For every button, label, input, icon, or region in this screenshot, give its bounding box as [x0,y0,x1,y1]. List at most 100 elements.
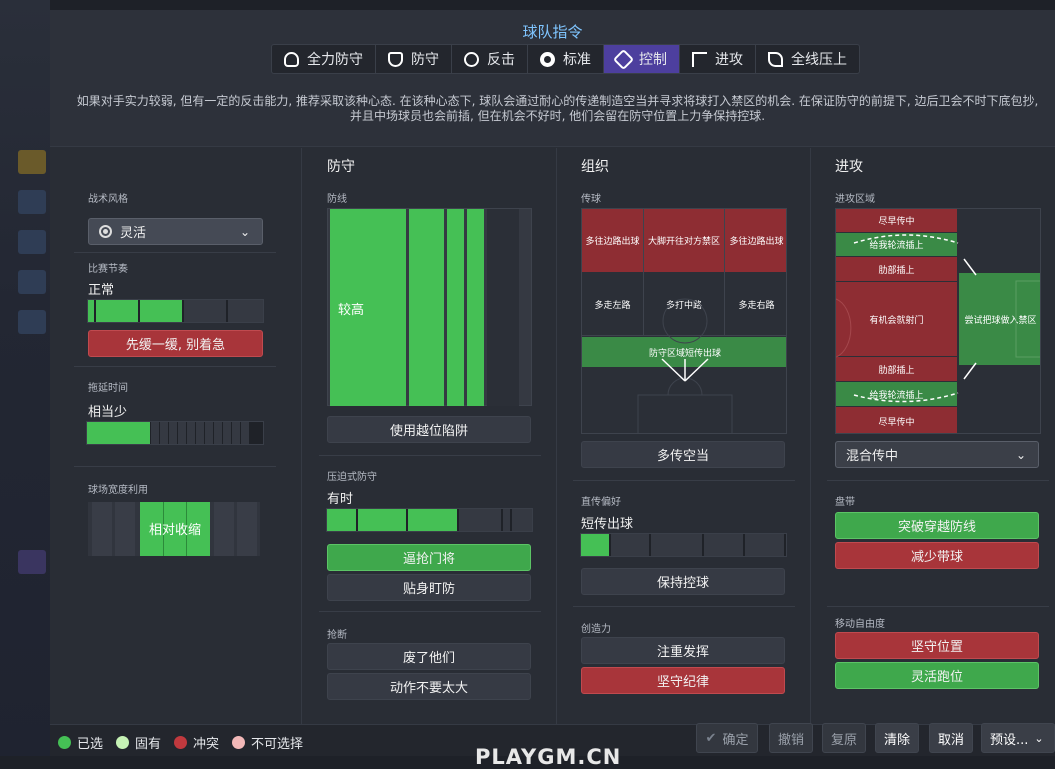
tab-label: 反击 [487,52,515,68]
get-stuck-in-button[interactable]: 废了他们 [327,643,531,670]
be-disciplined-button[interactable]: 坚守纪律 [581,667,785,694]
pass-cell[interactable]: 多走左路 [582,273,643,335]
bg-block [18,150,46,174]
tw-seg [151,422,159,444]
press-seg [358,509,407,531]
tw-seg [169,422,177,444]
tight-marking-button[interactable]: 贴身盯防 [327,574,531,601]
tw-seg [87,422,150,444]
legend-label: 固有 [135,737,162,752]
tab-very-attacking[interactable]: 全线压上 [756,45,859,73]
zone-cell[interactable]: 有机会就射门 [836,282,957,356]
presets-button[interactable]: 预设... ⌄ [981,723,1055,753]
line-seg [447,209,464,406]
tw-seg [241,422,249,444]
press-seg [408,509,458,531]
be-expressive-button[interactable]: 注重发挥 [581,637,785,664]
tab-defensive[interactable]: 防守 [376,45,452,73]
zone-cell-right[interactable]: 尝试把球做入禁区 [959,273,1040,365]
reset-button[interactable]: 复原 [822,723,866,753]
pass-cell[interactable]: 多往边路出球 [725,209,786,272]
press-seg [327,509,357,531]
attack-pitch: 尽早传中 给我轮流插上 肋部插上 有机会就射门 肋部插上 给我轮流插上 尽早传中… [835,208,1041,434]
mentality-description: 如果对手实力较弱, 但有一定的反击能力, 推荐采取该种心态. 在该种心态下, 球… [76,94,1039,123]
zone-cell[interactable]: 给我轮流插上 [836,233,957,256]
timewasting-label: 拖延时间 [88,383,128,394]
cancel-button[interactable]: 取消 [929,723,973,753]
tab-counter[interactable]: 反击 [452,45,528,73]
line-seg [409,209,444,406]
pass-cell-green[interactable]: 防守区域短传出球 [582,337,786,367]
width-value: 相对收缩 [148,523,201,538]
crossing-select[interactable]: 混合传中 ⌄ [835,441,1039,468]
confirm-button[interactable]: ✔ 确定 [696,723,758,753]
shield-icon [388,51,403,67]
style-label: 战术风格 [88,194,128,205]
chevron-down-icon: ⌄ [1015,448,1026,462]
tab-label: 控制 [639,52,667,68]
divider [319,611,541,612]
directness-bar[interactable] [580,533,787,557]
tab-balanced[interactable]: 标准 [528,45,604,73]
tempo-bar[interactable] [87,299,264,323]
zone-cell[interactable]: 尽早传中 [836,209,957,232]
defensive-line-chart[interactable]: 较高 [327,208,532,406]
legend-conflict: 冲突 [174,733,219,752]
retain-possession-button[interactable]: 保持控球 [581,568,785,595]
pass-cell[interactable]: 多往边路出球 [582,209,643,272]
timewasting-bar[interactable] [86,421,264,445]
tw-seg [196,422,204,444]
tab-control[interactable]: 控制 [604,45,680,73]
roam-button[interactable]: 灵活跑位 [835,662,1039,689]
style-value: 灵活 [120,226,147,241]
clear-button[interactable]: 清除 [875,723,919,753]
crossing-value: 混合传中 [846,449,899,464]
pass-cell[interactable]: 多打中路 [644,273,724,335]
style-select[interactable]: 灵活 ⌄ [88,218,263,245]
tab-label: 防守 [411,52,439,68]
run-at-defence-button[interactable]: 突破穿越防线 [835,512,1039,539]
mentality-tabs: 全力防守 防守 反击 标准 控制 进攻 全线压上 [271,44,860,74]
press-goalkeeper-button[interactable]: 逼抢门将 [327,544,531,571]
zone-cell[interactable]: 肋部插上 [836,357,957,381]
defense-header: 防守 [327,159,355,175]
tab-label: 进攻 [715,52,743,68]
line-seg [467,209,484,406]
tw-seg [178,422,186,444]
dribble-less-button[interactable]: 减少带球 [835,542,1039,569]
bg-block [18,230,46,254]
chevron-down-icon: ⌄ [1034,731,1044,745]
width-seg [237,502,257,556]
pass-cell[interactable]: 多走右路 [725,273,786,335]
pressing-bar[interactable] [326,508,533,532]
stay-on-feet-button[interactable]: 动作不要太大 [327,673,531,700]
zone-cell[interactable]: 尽早传中 [836,407,957,433]
tab-label: 全线压上 [791,52,847,68]
attack-icon [692,51,707,67]
tw-seg [160,422,168,444]
tempo-seg [184,300,226,322]
creativity-label: 创造力 [581,624,611,635]
divider [319,455,541,456]
freedom-label: 移动自由度 [835,619,885,630]
divider [74,466,276,467]
tempo-slow-button[interactable]: 先缓一缓, 别着急 [88,330,263,357]
tempo-value: 正常 [88,283,115,298]
attack-header: 进攻 [835,159,863,175]
chevron-down-icon: ⌄ [239,225,250,239]
divider [74,366,276,367]
pass-into-space-button[interactable]: 多传空当 [581,441,785,468]
undo-button[interactable]: 撤销 [769,723,813,753]
width-bar[interactable]: 相对收缩 [88,502,260,556]
zone-cell[interactable]: 肋部插上 [836,257,957,281]
hold-position-button[interactable]: 坚守位置 [835,632,1039,659]
pass-cell[interactable]: 大脚开往对方禁区 [644,209,724,272]
dot-icon [58,736,71,749]
bg-block [18,270,46,294]
tab-attacking[interactable]: 进攻 [680,45,756,73]
zone-cell[interactable]: 给我轮流插上 [836,382,957,406]
press-seg [512,509,532,531]
tab-all-out-defend[interactable]: 全力防守 [272,45,376,73]
offside-trap-button[interactable]: 使用越位陷阱 [327,416,531,443]
dot-icon [232,736,245,749]
